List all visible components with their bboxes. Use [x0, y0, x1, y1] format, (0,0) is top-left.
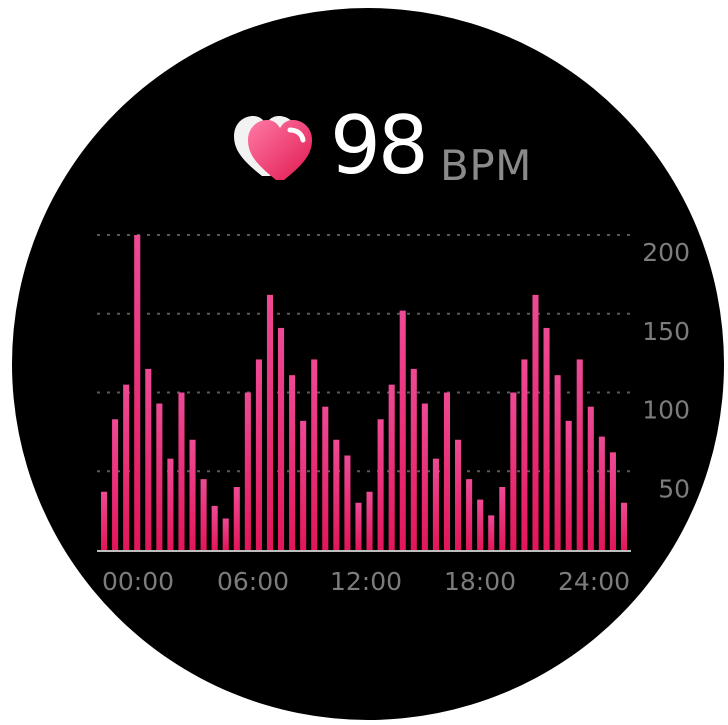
y-tick-label: 200 [642, 238, 690, 267]
bar [510, 392, 517, 550]
bar [266, 294, 274, 550]
bar [289, 375, 296, 550]
y-tick-label: 150 [642, 317, 690, 346]
x-tick-label: 12:00 [330, 567, 402, 596]
bar [410, 368, 417, 551]
bar [200, 479, 207, 551]
bar [455, 439, 462, 550]
bar [355, 502, 362, 550]
bar [211, 505, 218, 550]
bar [145, 368, 152, 551]
bar [466, 479, 473, 551]
bar [421, 403, 428, 550]
bar [322, 406, 329, 550]
bar [189, 439, 196, 550]
bar [443, 392, 451, 550]
x-axis-ticks: 00:00 06:00 12:00 18:00 24:00 [102, 567, 630, 596]
bar [576, 359, 583, 550]
bar [521, 359, 528, 550]
bar [565, 420, 572, 550]
bar [377, 419, 384, 550]
bar [178, 392, 185, 550]
bar [554, 375, 561, 550]
y-axis-ticks: 200 150 100 50 [642, 238, 690, 503]
bar [543, 327, 550, 550]
bar [499, 487, 506, 550]
y-tick-label: 100 [642, 396, 690, 425]
bar [388, 384, 395, 551]
bar [222, 518, 229, 550]
bar [300, 420, 307, 550]
bar [532, 294, 539, 550]
bar [156, 403, 163, 550]
x-tick-label: 00:00 [102, 567, 174, 596]
bar [311, 359, 318, 550]
bar [167, 458, 174, 550]
bar [278, 327, 285, 550]
bar [112, 419, 119, 550]
heart-rate-chart: 200 150 100 50 00:00 06:00 12:00 18:00 24:00 [97, 234, 690, 596]
bar [123, 384, 130, 551]
grid-lines [97, 234, 631, 473]
bar [587, 406, 594, 550]
x-tick-label: 24:00 [558, 567, 630, 596]
bar [344, 455, 351, 550]
bar [432, 458, 439, 550]
bar [609, 452, 616, 550]
bar [598, 436, 605, 550]
x-tick-label: 06:00 [217, 567, 289, 596]
bars [101, 235, 628, 551]
bar [244, 392, 251, 550]
bar [488, 515, 495, 550]
y-tick-label: 50 [658, 474, 690, 503]
bar [134, 235, 141, 550]
bar [477, 499, 484, 550]
bar [233, 487, 240, 550]
bar [255, 359, 262, 550]
bar [399, 310, 406, 550]
x-tick-label: 18:00 [444, 567, 516, 596]
bar [101, 491, 108, 550]
bar [620, 502, 628, 550]
bar [333, 439, 340, 550]
bar [366, 491, 373, 550]
